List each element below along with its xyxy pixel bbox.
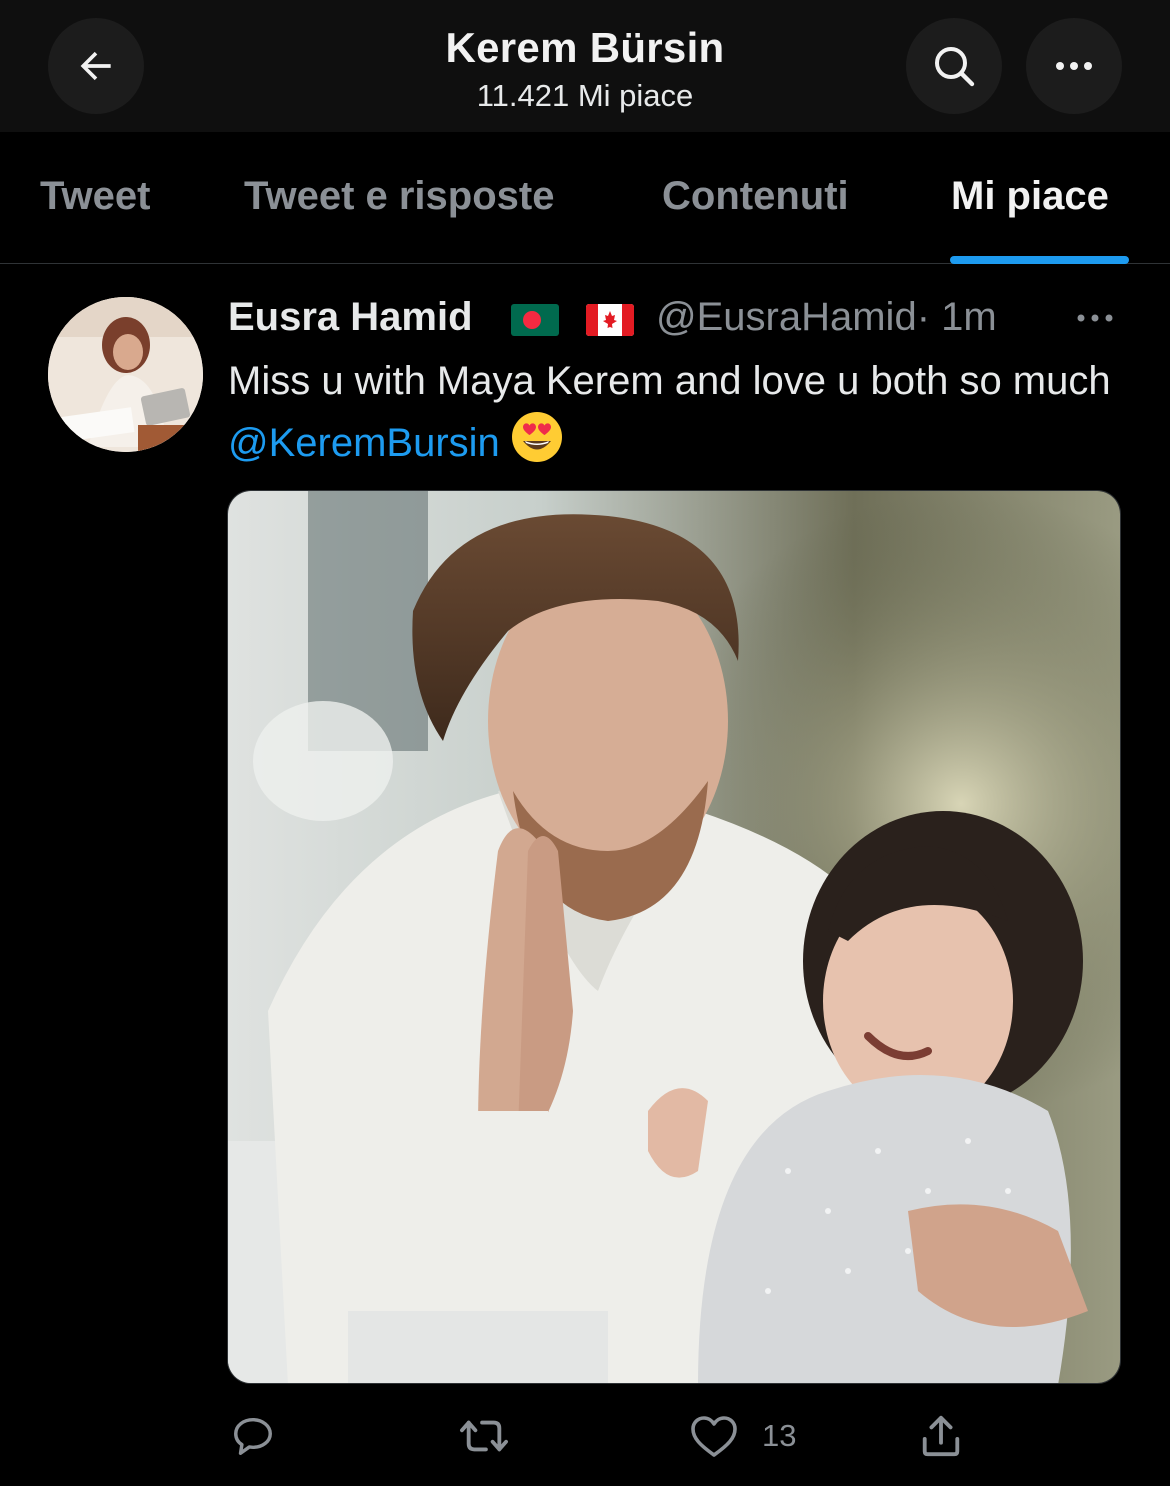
search-button[interactable] <box>906 18 1002 114</box>
share-button[interactable] <box>918 1410 964 1462</box>
search-icon <box>935 47 975 87</box>
tweet-text-body: Miss u with Maya Kerem and love u both s… <box>228 359 1111 403</box>
more-button[interactable] <box>1026 18 1122 114</box>
tweet-more-button[interactable] <box>1070 300 1120 336</box>
tab-mi-piace[interactable]: Mi piace <box>951 174 1109 219</box>
tweet-handle[interactable]: @EusraHamid <box>656 295 917 339</box>
active-tab-indicator <box>950 256 1129 264</box>
tab-contenuti[interactable]: Contenuti <box>662 174 849 219</box>
profile-header: Kerem Bürsin 11.421 Mi piace <box>0 0 1170 132</box>
mention-link[interactable]: @KeremBursin <box>228 421 500 465</box>
heart-icon <box>691 1416 737 1457</box>
share-icon <box>922 1415 960 1457</box>
tweet-text: Miss u with Maya Kerem and love u both s… <box>228 352 1128 480</box>
profile-tabs: Tweet Tweet e risposte Contenuti Mi piac… <box>0 132 1170 264</box>
tweet-handle-time[interactable]: @EusraHamid· 1m <box>656 295 997 340</box>
tab-tweet[interactable]: Tweet <box>40 174 150 219</box>
tweet-time: · 1m <box>916 295 997 339</box>
heart-eyes-emoji-icon <box>510 410 564 480</box>
retweet-icon <box>460 1420 508 1452</box>
like-button[interactable]: 13 <box>690 1410 796 1462</box>
tab-tweet-e-risposte[interactable]: Tweet e risposte <box>244 174 554 219</box>
like-count: 13 <box>762 1418 797 1453</box>
tweet-photo[interactable] <box>227 490 1121 1384</box>
flag-bangladesh-icon <box>511 304 559 336</box>
reply-button[interactable] <box>230 1410 276 1462</box>
tweet-author-name[interactable]: Eusra Hamid <box>228 295 473 340</box>
more-horizontal-icon <box>1077 314 1113 322</box>
retweet-button[interactable] <box>458 1410 510 1462</box>
flag-canada-icon <box>586 304 634 336</box>
avatar[interactable] <box>48 297 203 452</box>
more-horizontal-icon <box>1056 62 1092 70</box>
reply-icon <box>234 1417 272 1455</box>
